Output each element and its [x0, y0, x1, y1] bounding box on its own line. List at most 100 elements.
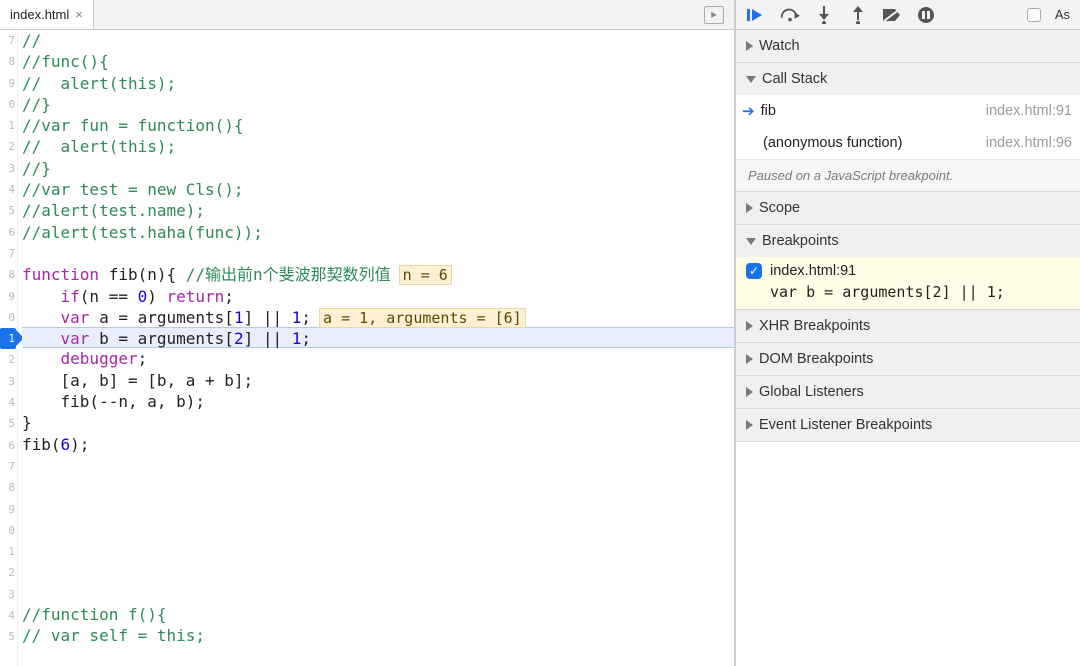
debugger-sidebar: As Watch Call Stack ➔ fib index.html:91 (an… — [735, 0, 1080, 666]
chevron-right-icon — [746, 321, 753, 331]
code-line: fib(--n, a, b); — [22, 391, 734, 412]
line-number[interactable]: 5 — [0, 413, 16, 434]
callstack-section-header[interactable]: Call Stack — [736, 63, 1080, 95]
watch-label: Watch — [759, 38, 800, 54]
line-number[interactable]: 1 — [0, 328, 16, 349]
line-number[interactable]: 2 — [0, 349, 16, 370]
step-into-button[interactable] — [814, 6, 834, 24]
line-number[interactable]: 4 — [0, 392, 16, 413]
step-over-button[interactable] — [780, 6, 800, 24]
deactivate-breakpoints-button[interactable] — [882, 6, 902, 24]
watch-section-header[interactable]: Watch — [736, 30, 1080, 62]
code-line — [22, 540, 734, 561]
frame-location: index.html:91 — [986, 103, 1072, 119]
line-number[interactable]: 8 — [0, 477, 16, 498]
frame-function: fib — [761, 103, 980, 119]
line-number[interactable]: 3 — [0, 371, 16, 392]
code-line: //alert(test.name); — [22, 200, 734, 221]
resume-button[interactable] — [746, 6, 766, 24]
code-line: //} — [22, 158, 734, 179]
code-line — [22, 583, 734, 604]
xhr-breakpoints-header[interactable]: XHR Breakpoints — [736, 310, 1080, 342]
line-number[interactable]: 6 — [0, 435, 16, 456]
code-line: //var fun = function(){ — [22, 115, 734, 136]
async-label: As — [1055, 7, 1070, 22]
line-number[interactable]: 4 — [0, 179, 16, 200]
breakpoint-checkbox[interactable]: ✓ — [746, 263, 762, 279]
event-listener-breakpoints-header[interactable]: Event Listener Breakpoints — [736, 409, 1080, 441]
global-listeners-header[interactable]: Global Listeners — [736, 376, 1080, 408]
tab-index-html[interactable]: index.html × — [0, 0, 94, 29]
current-frame-icon: ➔ — [742, 102, 755, 120]
line-number[interactable]: 0 — [0, 307, 16, 328]
line-number[interactable]: 2 — [0, 136, 16, 157]
code-line: //var test = new Cls(); — [22, 179, 734, 200]
line-number[interactable]: 7 — [0, 243, 16, 264]
pause-on-exceptions-button[interactable] — [916, 6, 936, 24]
chevron-right-icon — [746, 420, 753, 430]
line-number[interactable]: 3 — [0, 158, 16, 179]
line-number[interactable]: 9 — [0, 499, 16, 520]
code-line — [22, 519, 734, 540]
breakpoint-code: var b = arguments[2] || 1; — [746, 279, 1070, 301]
line-number[interactable]: 9 — [0, 73, 16, 94]
frame-location: index.html:96 — [986, 135, 1072, 151]
chevron-right-icon — [746, 203, 753, 213]
breakpoint-item[interactable]: ✓ index.html:91 var b = arguments[2] || … — [736, 257, 1080, 309]
callstack-frame[interactable]: (anonymous function) index.html:96 — [736, 127, 1080, 159]
dom-label: DOM Breakpoints — [759, 351, 873, 367]
frame-function: (anonymous function) — [763, 135, 980, 151]
line-number[interactable]: 2 — [0, 562, 16, 583]
code-line — [22, 476, 734, 497]
line-number[interactable]: 1 — [0, 541, 16, 562]
code-line: //alert(test.haha(func)); — [22, 222, 734, 243]
code-line — [22, 243, 734, 264]
callstack-label: Call Stack — [762, 71, 827, 87]
line-number[interactable]: 5 — [0, 200, 16, 221]
code-line: // — [22, 30, 734, 51]
close-icon[interactable]: × — [75, 7, 83, 22]
chevron-down-icon — [746, 76, 756, 83]
line-number[interactable]: 0 — [0, 520, 16, 541]
line-number[interactable]: 7 — [0, 456, 16, 477]
code-line: //func(){ — [22, 51, 734, 72]
callstack-frame[interactable]: ➔ fib index.html:91 — [736, 95, 1080, 127]
code-editor[interactable]: 78901234567890123456789012345 ////func()… — [0, 30, 734, 666]
line-number-gutter: 78901234567890123456789012345 — [0, 30, 18, 666]
code-line: // alert(this); — [22, 73, 734, 94]
line-number[interactable]: 7 — [0, 30, 16, 51]
tab-label: index.html — [10, 7, 69, 22]
code-content: ////func(){// alert(this); //} //var fun =… — [18, 30, 734, 666]
line-number[interactable]: 3 — [0, 584, 16, 605]
line-number[interactable]: 5 — [0, 626, 16, 647]
pretty-print-icon[interactable] — [704, 6, 724, 24]
code-line — [22, 561, 734, 582]
code-line: fib(6); — [22, 434, 734, 455]
code-line: [a, b] = [b, a + b]; — [22, 370, 734, 391]
inline-hint: n = 6 — [399, 265, 452, 285]
line-number[interactable]: 0 — [0, 94, 16, 115]
code-line: // var self = this; — [22, 625, 734, 646]
breakpoints-section-header[interactable]: Breakpoints — [736, 225, 1080, 257]
scope-label: Scope — [759, 200, 800, 216]
scope-section-header[interactable]: Scope — [736, 192, 1080, 224]
line-number[interactable]: 9 — [0, 286, 16, 307]
line-number[interactable]: 8 — [0, 264, 16, 285]
code-line — [22, 498, 734, 519]
source-pane: index.html × 789012345678901234567890123… — [0, 0, 735, 666]
line-number[interactable]: 4 — [0, 605, 16, 626]
line-number[interactable]: 8 — [0, 51, 16, 72]
dom-breakpoints-header[interactable]: DOM Breakpoints — [736, 343, 1080, 375]
code-line: function fib(n){ //输出前n个斐波那契数列值n = 6 — [22, 264, 734, 285]
breakpoints-label: Breakpoints — [762, 233, 839, 249]
xhr-label: XHR Breakpoints — [759, 318, 870, 334]
step-out-button[interactable] — [848, 6, 868, 24]
code-line: //function f(){ — [22, 604, 734, 625]
async-checkbox[interactable] — [1027, 8, 1041, 22]
chevron-right-icon — [746, 387, 753, 397]
breakpoint-location: index.html:91 — [770, 263, 856, 279]
debug-toolbar: As — [736, 0, 1080, 30]
code-line — [22, 455, 734, 476]
line-number[interactable]: 1 — [0, 115, 16, 136]
line-number[interactable]: 6 — [0, 222, 16, 243]
